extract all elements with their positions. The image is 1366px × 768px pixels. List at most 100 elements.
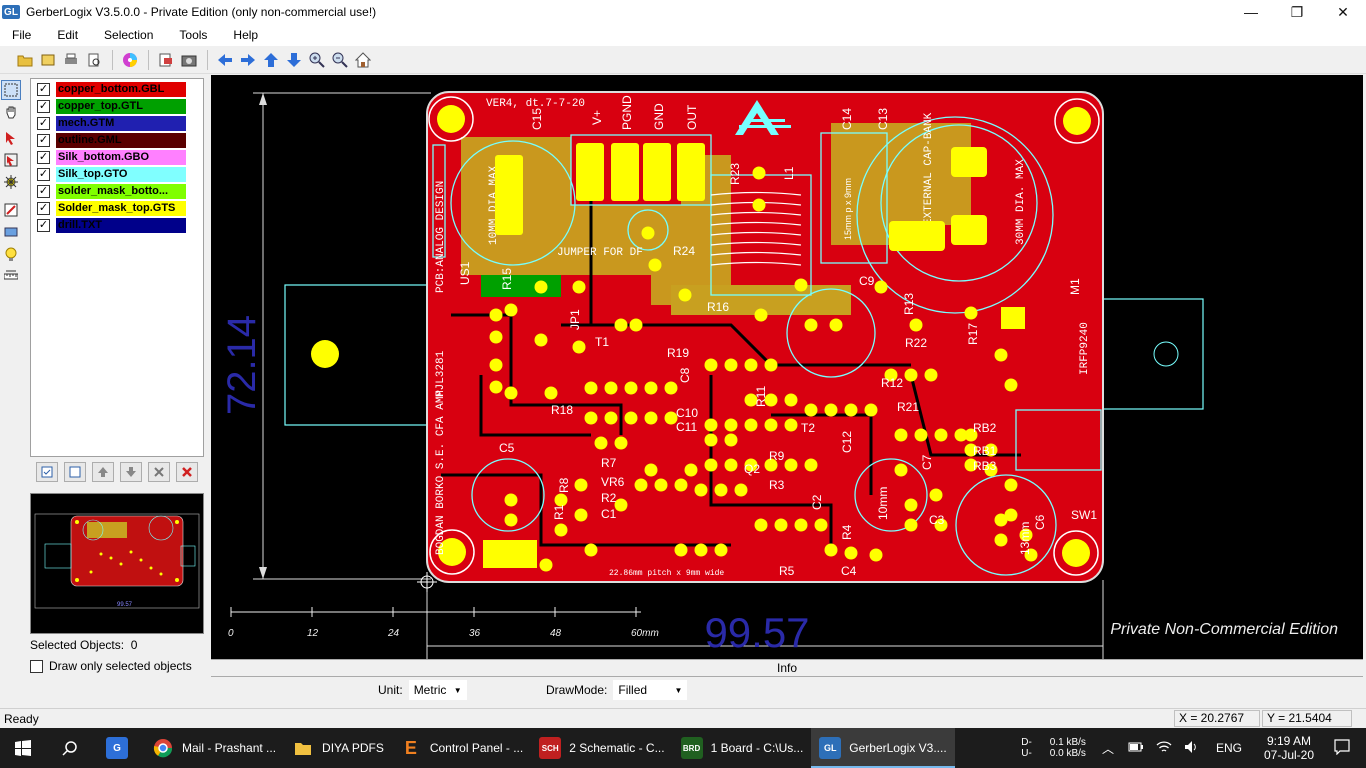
pcb-pad bbox=[684, 165, 698, 179]
layer-row[interactable]: ✓ Silk_top.GTO bbox=[33, 166, 203, 183]
open-folder-icon[interactable] bbox=[14, 49, 36, 71]
overview-thumbnail[interactable]: 99.57 bbox=[30, 493, 204, 634]
drawmode-select[interactable]: Filled ▼ bbox=[613, 680, 688, 700]
pcb-pad bbox=[618, 182, 632, 196]
print-preview-icon[interactable] bbox=[83, 49, 105, 71]
pcb-pad bbox=[962, 156, 976, 170]
layer-row[interactable]: ✓ Silk_bottom.GBO bbox=[33, 149, 203, 166]
panel-icon[interactable] bbox=[1, 222, 21, 242]
notification-icon[interactable] bbox=[1334, 738, 1350, 758]
pcb-pad bbox=[909, 318, 923, 332]
select-rect-icon[interactable] bbox=[1, 80, 21, 100]
home-icon[interactable] bbox=[352, 49, 374, 71]
menu-tools[interactable]: Tools bbox=[175, 26, 211, 44]
menu-help[interactable]: Help bbox=[229, 26, 262, 44]
measure-icon[interactable] bbox=[1, 200, 21, 220]
layer-checkbox[interactable]: ✓ bbox=[37, 117, 50, 130]
pcb-pad bbox=[634, 478, 648, 492]
taskbar-app-mail[interactable]: Mail - Prashant ... bbox=[144, 728, 284, 768]
layer-checkbox[interactable]: ✓ bbox=[37, 100, 50, 113]
pcb-pad bbox=[724, 433, 738, 447]
menu-edit[interactable]: Edit bbox=[53, 26, 82, 44]
unit-select[interactable]: Metric ▼ bbox=[408, 680, 467, 700]
color-wheel-icon[interactable] bbox=[119, 49, 141, 71]
uncheck-all-button[interactable] bbox=[64, 462, 86, 482]
pcb-pad bbox=[614, 436, 628, 450]
layer-checkbox[interactable]: ✓ bbox=[37, 219, 50, 232]
layer-checkbox[interactable]: ✓ bbox=[37, 202, 50, 215]
arrow-left-icon[interactable] bbox=[214, 49, 236, 71]
pcb-pad bbox=[829, 318, 843, 332]
layer-row[interactable]: ✓ mech.GTM bbox=[33, 115, 203, 132]
unit-control: Unit: Metric ▼ bbox=[378, 679, 467, 701]
camera-icon[interactable] bbox=[178, 49, 200, 71]
taskbar-app-chrome-app[interactable]: G bbox=[94, 728, 144, 768]
layer-checkbox[interactable]: ✓ bbox=[37, 134, 50, 147]
minimize-button[interactable]: — bbox=[1228, 0, 1274, 24]
component-designator: R22 bbox=[905, 336, 927, 350]
pcb-canvas[interactable]: 72.14 99.57 0 12 24 36 48 60mm Private N… bbox=[211, 75, 1363, 659]
board-icon: BRD bbox=[680, 737, 703, 759]
layer-row[interactable]: ✓ copper_bottom.GBL bbox=[33, 81, 203, 98]
arrow-down-icon[interactable] bbox=[283, 49, 305, 71]
layer-row[interactable]: ✓ drill.TXT bbox=[33, 217, 203, 234]
pointer-box-icon[interactable] bbox=[1, 150, 21, 170]
layer-checkbox[interactable]: ✓ bbox=[37, 185, 50, 198]
open-file-icon[interactable] bbox=[37, 49, 59, 71]
layer-name: copper_top.GTL bbox=[56, 99, 186, 114]
layer-row[interactable]: ✓ Solder_mask_top.GTS bbox=[33, 200, 203, 217]
move-up-button[interactable] bbox=[92, 462, 114, 482]
pcb-pad bbox=[864, 403, 878, 417]
hand-pan-icon[interactable] bbox=[1, 102, 21, 122]
tray-chevron-up-icon[interactable]: ︿ bbox=[1102, 740, 1114, 757]
arrow-up-icon[interactable] bbox=[260, 49, 282, 71]
layer-checkbox[interactable]: ✓ bbox=[37, 168, 50, 181]
maximize-button[interactable]: ❐ bbox=[1274, 0, 1320, 24]
pcb-pad bbox=[744, 358, 758, 372]
language-indicator[interactable]: ENG bbox=[1216, 741, 1242, 755]
taskbar-app-control-panel[interactable]: E Control Panel - ... bbox=[392, 728, 531, 768]
component-designator: RB1 bbox=[973, 444, 997, 458]
export-icon[interactable] bbox=[155, 49, 177, 71]
clock[interactable]: 9:19 AM 07-Jul-20 bbox=[1264, 734, 1314, 762]
battery-icon[interactable] bbox=[1128, 742, 1144, 755]
bulb-icon[interactable] bbox=[1, 244, 21, 264]
zoom-out-icon[interactable] bbox=[329, 49, 351, 71]
pcb-pad bbox=[583, 182, 597, 196]
ruler-icon[interactable] bbox=[1, 266, 21, 286]
taskbar-app-folder[interactable]: DIYA PDFS bbox=[284, 728, 392, 768]
taskbar-app-schematic[interactable]: SCH 2 Schematic - C... bbox=[531, 728, 672, 768]
arrow-right-icon[interactable] bbox=[237, 49, 259, 71]
draw-only-selected-checkbox[interactable]: Draw only selected objects bbox=[30, 659, 192, 673]
delete-button[interactable] bbox=[176, 462, 198, 482]
pcb-pad bbox=[674, 543, 688, 557]
burst-icon[interactable] bbox=[1, 172, 21, 192]
pointer-icon[interactable] bbox=[1, 128, 21, 148]
taskbar-app-board[interactable]: BRD 1 Board - C:\Us... bbox=[673, 728, 812, 768]
speed-down: 0.0 kB/s bbox=[1049, 748, 1086, 759]
close-button[interactable]: ✕ bbox=[1320, 0, 1366, 24]
component-designator: SW1 bbox=[1071, 508, 1097, 522]
windows-start-icon[interactable] bbox=[0, 728, 46, 768]
move-down-button[interactable] bbox=[120, 462, 142, 482]
wifi-icon[interactable] bbox=[1156, 740, 1172, 757]
layer-row[interactable]: ✓ solder_mask_botto... bbox=[33, 183, 203, 200]
print-icon[interactable] bbox=[60, 49, 82, 71]
check-all-button[interactable] bbox=[36, 462, 58, 482]
taskbar-app-gerberlogix[interactable]: GL GerberLogix V3.... bbox=[811, 728, 955, 768]
layer-row[interactable]: ✓ outline.GML bbox=[33, 132, 203, 149]
layer-checkbox[interactable]: ✓ bbox=[37, 151, 50, 164]
volume-icon[interactable] bbox=[1184, 740, 1200, 757]
pcb-pad bbox=[584, 411, 598, 425]
remove-button[interactable] bbox=[148, 462, 170, 482]
search-icon[interactable] bbox=[46, 728, 94, 768]
menu-selection[interactable]: Selection bbox=[100, 26, 157, 44]
pcb-pad bbox=[574, 478, 588, 492]
layer-row[interactable]: ✓ copper_top.GTL bbox=[33, 98, 203, 115]
zoom-in-icon[interactable] bbox=[306, 49, 328, 71]
pcb-pad bbox=[624, 381, 638, 395]
component-designator: M1 bbox=[1068, 278, 1082, 295]
component-designator: C4 bbox=[841, 564, 857, 578]
layer-checkbox[interactable]: ✓ bbox=[37, 83, 50, 96]
menu-file[interactable]: File bbox=[8, 26, 35, 44]
